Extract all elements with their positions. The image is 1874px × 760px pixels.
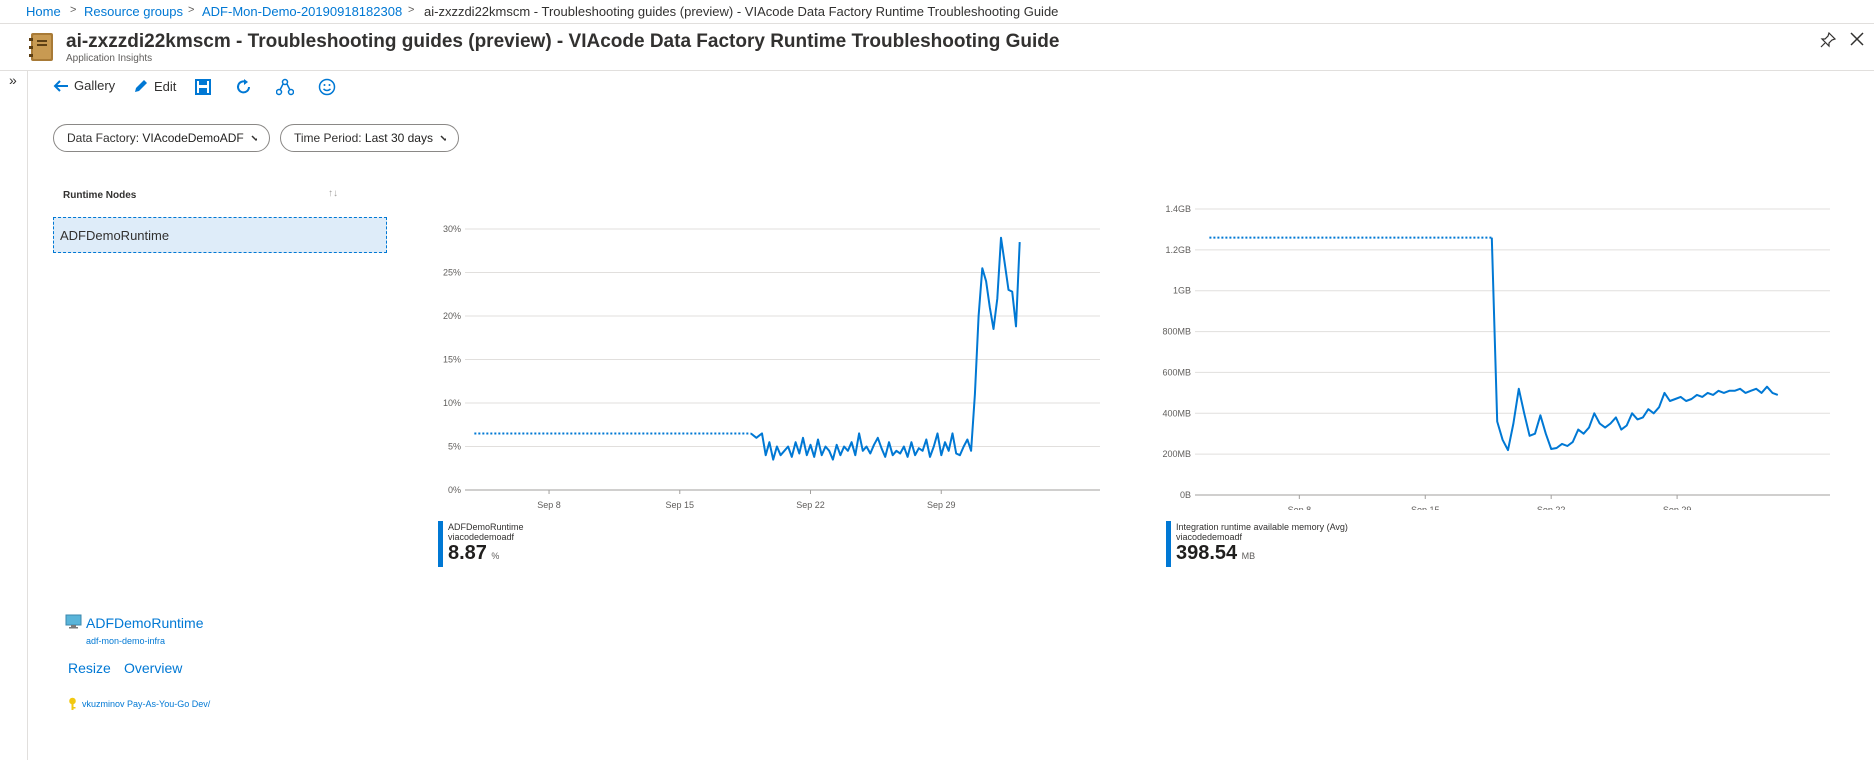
breadcrumb-resource-group[interactable]: ADF-Mon-Demo-20190918182308: [202, 4, 402, 19]
y-tick-label: 1GB: [1173, 286, 1191, 296]
expand-icon[interactable]: »: [9, 72, 17, 88]
resize-link[interactable]: Resize: [68, 660, 111, 676]
breadcrumb-current: ai-zxzzdi22kmscm - Troubleshooting guide…: [424, 4, 1059, 19]
y-tick-label: 30%: [443, 224, 461, 234]
data-factory-dropdown[interactable]: Data Factory: VIAcodeDemoADF: [53, 124, 270, 152]
x-tick-label: Sep 22: [1537, 505, 1566, 510]
overview-link[interactable]: Overview: [124, 660, 182, 676]
series-line: [750, 236, 1021, 461]
x-tick-label: Sep 29: [1663, 505, 1692, 510]
memory-legend: Integration runtime available memory (Av…: [1176, 522, 1348, 565]
chevron-down-icon: [440, 134, 446, 141]
gallery-label: Gallery: [74, 78, 116, 93]
edit-button[interactable]: Edit: [133, 78, 176, 94]
y-tick-label: 600MB: [1162, 367, 1191, 377]
cpu-legend: ADFDemoRuntime viacodedemoadf 8.87 %: [448, 522, 524, 565]
close-icon[interactable]: [1850, 32, 1864, 46]
chevron-down-icon: [251, 134, 257, 141]
time-period-dropdown[interactable]: Time Period: Last 30 days: [280, 124, 459, 152]
subscription-link[interactable]: vkuzminov Pay-As-You-Go Dev/: [82, 699, 210, 709]
x-tick-label: Sep 22: [796, 500, 825, 510]
legend-color-bar: [438, 521, 443, 567]
refresh-icon[interactable]: [235, 78, 253, 96]
chevron-right-icon: >: [188, 4, 195, 16]
legend-unit: MB: [1241, 551, 1256, 561]
legend-series-name: Integration runtime available memory (Av…: [1176, 522, 1348, 532]
chevron-right-icon: >: [70, 4, 77, 16]
y-tick-label: 200MB: [1162, 449, 1191, 459]
legend-value: 398.54: [1176, 542, 1238, 564]
y-tick-label: 0B: [1180, 490, 1191, 500]
time-period-label: Time Period:: [294, 131, 362, 145]
data-factory-label: Data Factory:: [67, 131, 140, 145]
x-tick-label: Sep 29: [927, 500, 956, 510]
grid-row[interactable]: ADFDemoRuntime: [53, 217, 387, 253]
legend-value: 8.87: [448, 542, 487, 564]
x-tick-label: Sep 8: [537, 500, 561, 510]
y-tick-label: 800MB: [1162, 327, 1191, 337]
resource-group-link[interactable]: adf-mon-demo-infra: [86, 636, 165, 646]
x-tick-label: Sep 15: [1411, 505, 1440, 510]
y-tick-label: 20%: [443, 311, 461, 321]
workbook-icon: [29, 33, 53, 61]
sort-icon[interactable]: ↑↓: [328, 188, 338, 199]
gallery-button[interactable]: Gallery: [53, 78, 115, 93]
edit-label: Edit: [154, 78, 177, 94]
time-period-value: Last 30 days: [364, 131, 433, 145]
pin-icon[interactable]: [1820, 32, 1836, 48]
pencil-icon: [135, 80, 147, 92]
virtual-machine-icon: [65, 614, 82, 629]
grid-header[interactable]: Runtime Nodes: [63, 190, 136, 201]
key-icon: [69, 697, 76, 710]
y-tick-label: 1.4GB: [1165, 204, 1191, 214]
legend-color-bar: [1166, 521, 1171, 567]
cpu-chart: 0% 5% 10% 15% 20% 25% 30% Sep 8 Sep 15 Sep 22 Sep …: [443, 224, 1100, 510]
smiley-icon[interactable]: [318, 78, 336, 96]
y-tick-label: 5%: [448, 442, 461, 452]
series-line: [1490, 237, 1779, 452]
y-tick-label: 0%: [448, 485, 461, 495]
y-tick-label: 1.2GB: [1165, 245, 1191, 255]
memory-chart: 0B 200MB 400MB 600MB 800MB 1GB 1.2GB 1.4GB Sep 8…: [1162, 204, 1830, 510]
y-tick-label: 10%: [443, 398, 461, 408]
x-tick-label: Sep 15: [666, 500, 695, 510]
save-icon[interactable]: [195, 79, 211, 95]
back-arrow-icon: [53, 79, 68, 92]
resource-name-link[interactable]: ADFDemoRuntime: [86, 615, 203, 631]
breadcrumb-resource-groups[interactable]: Resource groups: [84, 4, 183, 19]
legend-unit: %: [491, 551, 500, 561]
share-icon[interactable]: [276, 78, 294, 96]
x-tick-label: Sep 8: [1288, 505, 1312, 510]
data-factory-value: VIAcodeDemoADF: [142, 131, 244, 145]
page-title: ai-zxzzdi22kmscm - Troubleshooting guide…: [66, 31, 1060, 52]
legend-series-resource: viacodedemoadf: [1176, 532, 1243, 542]
legend-series-name: ADFDemoRuntime: [448, 522, 524, 532]
legend-series-resource: viacodedemoadf: [448, 532, 515, 542]
y-tick-label: 15%: [443, 355, 461, 365]
page-subtitle: Application Insights: [66, 53, 153, 64]
chevron-right-icon: >: [408, 4, 415, 16]
y-tick-label: 400MB: [1162, 408, 1191, 418]
left-rail: [0, 70, 28, 760]
breadcrumb-home[interactable]: Home: [26, 4, 61, 19]
y-tick-label: 25%: [443, 268, 461, 278]
